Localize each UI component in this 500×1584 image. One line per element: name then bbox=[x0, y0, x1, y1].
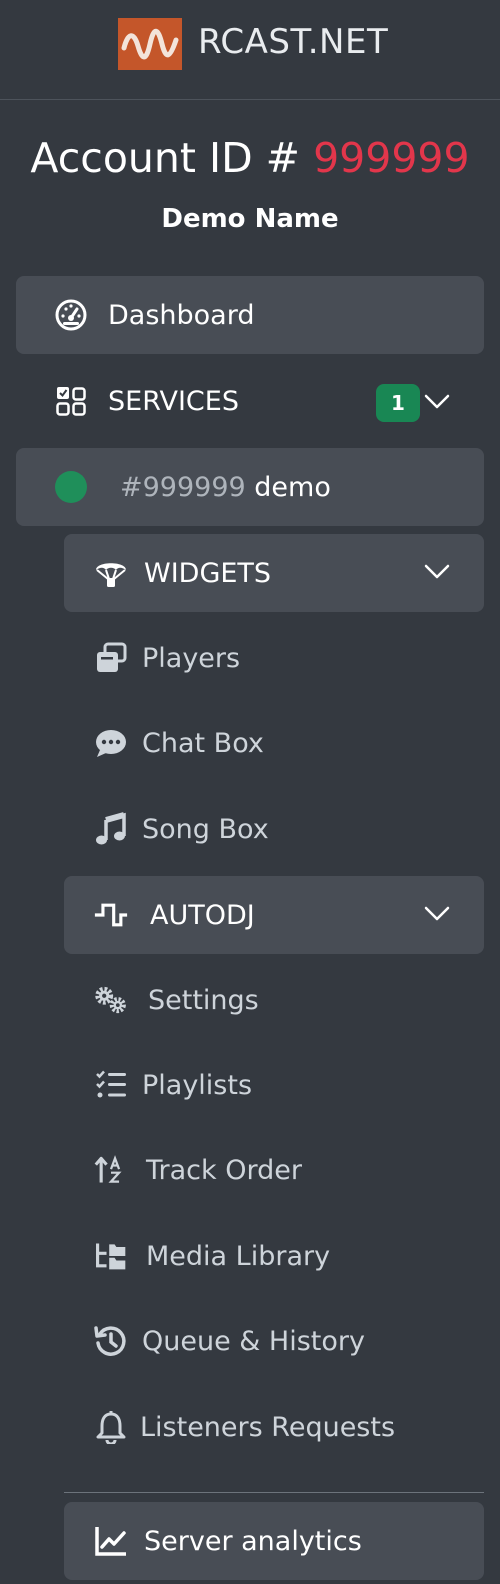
account-id-number: 999999 bbox=[313, 134, 470, 182]
brand-name[interactable]: RCAST.NET bbox=[198, 22, 388, 62]
nav-listeners-requests-label: Listeners Requests bbox=[140, 1411, 396, 1443]
list-check-icon bbox=[94, 1068, 128, 1102]
nav-divider bbox=[64, 1492, 484, 1493]
bell-icon bbox=[94, 1410, 128, 1444]
nav-players-label: Players bbox=[142, 642, 241, 674]
sort-az-icon bbox=[94, 1153, 128, 1187]
nav-autodj-label: AUTODJ bbox=[150, 899, 255, 931]
nav-listeners-requests[interactable]: Listeners Requests bbox=[64, 1392, 484, 1462]
services-count-badge: 1 bbox=[376, 384, 420, 422]
service-name: demo bbox=[254, 471, 331, 503]
nav-dashboard[interactable]: Dashboard bbox=[16, 276, 484, 354]
players-icon bbox=[94, 641, 128, 675]
nav-queue-history[interactable]: Queue & History bbox=[64, 1306, 484, 1376]
brand-header: RCAST.NET bbox=[0, 0, 500, 100]
nav-media-library[interactable]: Media Library bbox=[64, 1221, 484, 1291]
music-note-icon bbox=[94, 812, 128, 846]
wave-icon bbox=[94, 898, 128, 932]
parachute-icon bbox=[94, 556, 128, 590]
nav-autodj[interactable]: AUTODJ bbox=[64, 876, 484, 954]
nav-playlists-label: Playlists bbox=[142, 1069, 253, 1101]
rcast-logo-icon[interactable] bbox=[118, 18, 182, 70]
account-name: Demo Name bbox=[161, 204, 339, 234]
nav-settings[interactable]: Settings bbox=[64, 965, 484, 1035]
account-id-label: Account ID # bbox=[30, 134, 301, 182]
service-item-label: #999999 demo bbox=[120, 472, 331, 503]
autodj-chevron-down-icon[interactable] bbox=[424, 906, 450, 926]
history-icon bbox=[94, 1324, 128, 1358]
nav-track-order-label: Track Order bbox=[146, 1154, 302, 1186]
nav-services-label: SERVICES bbox=[108, 385, 239, 417]
nav-song-box-label: Song Box bbox=[142, 813, 269, 845]
widgets-chevron-down-icon[interactable] bbox=[424, 564, 450, 584]
nav-dashboard-label: Dashboard bbox=[108, 299, 255, 331]
account-id: Account ID # 999999 bbox=[0, 134, 500, 182]
nav-widgets-label: WIDGETS bbox=[144, 557, 272, 589]
nav-song-box[interactable]: Song Box bbox=[64, 794, 484, 864]
chat-icon bbox=[94, 726, 128, 760]
nav-media-library-label: Media Library bbox=[146, 1240, 331, 1272]
nav-players[interactable]: Players bbox=[64, 623, 484, 693]
grid-icon bbox=[54, 384, 88, 418]
status-dot-icon bbox=[54, 470, 88, 504]
service-id: #999999 bbox=[120, 471, 246, 503]
nav-queue-history-label: Queue & History bbox=[142, 1325, 365, 1357]
nav-chat-box-label: Chat Box bbox=[142, 727, 264, 759]
gears-icon bbox=[94, 983, 128, 1017]
folder-tree-icon bbox=[94, 1239, 128, 1273]
nav-server-analytics-label: Server analytics bbox=[144, 1525, 362, 1557]
chart-line-icon bbox=[94, 1524, 128, 1558]
nav-chat-box[interactable]: Chat Box bbox=[64, 708, 484, 778]
nav-widgets[interactable]: WIDGETS bbox=[64, 534, 484, 612]
gauge-icon bbox=[54, 298, 88, 332]
nav-track-order[interactable]: Track Order bbox=[64, 1135, 484, 1205]
service-item-demo[interactable]: #999999 demo bbox=[16, 448, 484, 526]
nav-server-analytics[interactable]: Server analytics bbox=[64, 1502, 484, 1580]
nav-settings-label: Settings bbox=[148, 984, 259, 1016]
services-chevron-down-icon[interactable] bbox=[424, 394, 450, 414]
nav-playlists[interactable]: Playlists bbox=[64, 1050, 484, 1120]
